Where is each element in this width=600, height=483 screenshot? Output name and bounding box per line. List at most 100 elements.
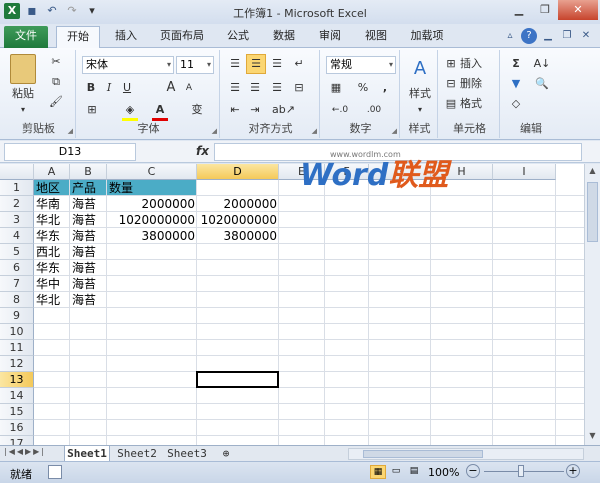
cell-b6[interactable]: 海苔 xyxy=(70,260,107,276)
grow-font-button[interactable]: A xyxy=(164,80,178,96)
tab-review[interactable]: 审阅 xyxy=(310,26,350,48)
vertical-scroll-thumb[interactable] xyxy=(587,182,598,242)
insert-function-icon[interactable]: fx xyxy=(196,144,209,158)
decrease-decimal-button[interactable]: .00 xyxy=(360,102,388,118)
row-header-9[interactable]: 9 xyxy=(0,308,34,324)
font-name-combo[interactable]: 宋体 ▾ xyxy=(82,56,174,74)
row-header-16[interactable]: 16 xyxy=(0,420,34,436)
cell-a4[interactable]: 华东 xyxy=(34,228,70,244)
styles-button[interactable]: 样式 xyxy=(404,86,436,102)
doc-close-icon[interactable]: ✕ xyxy=(578,28,594,44)
row-header-10[interactable]: 10 xyxy=(0,324,34,340)
normal-view-icon[interactable]: ▦ xyxy=(370,465,386,479)
clear-icon[interactable]: ◇ xyxy=(508,96,524,112)
column-header-i[interactable]: I xyxy=(493,164,556,180)
cell-d4[interactable]: 3800000 xyxy=(197,228,279,244)
row-header-4[interactable]: 4 xyxy=(0,228,34,244)
cut-icon[interactable]: ✂ xyxy=(48,54,64,70)
align-left-icon[interactable]: ☰ xyxy=(226,80,244,96)
row-header-17[interactable]: 17 xyxy=(0,436,34,445)
active-cell-cursor[interactable] xyxy=(196,371,279,388)
scroll-up-icon[interactable]: ▲ xyxy=(587,166,598,178)
find-select-icon[interactable]: 🔍 xyxy=(532,76,552,92)
select-all-corner[interactable] xyxy=(0,164,34,180)
row-header-13[interactable]: 13 xyxy=(0,372,34,388)
font-color-icon[interactable]: A xyxy=(152,102,168,118)
row-header-11[interactable]: 11 xyxy=(0,340,34,356)
column-header-b[interactable]: B xyxy=(70,164,107,180)
cell-d2[interactable]: 2000000 xyxy=(197,196,279,212)
bold-button[interactable]: B xyxy=(84,80,98,96)
font-size-combo[interactable]: 11 ▾ xyxy=(176,56,214,74)
cell-c2[interactable]: 2000000 xyxy=(107,196,197,212)
orientation-icon[interactable]: ab↗ xyxy=(272,102,295,118)
help-icon[interactable]: ? xyxy=(521,28,537,44)
format-cells-icon[interactable]: ▤ xyxy=(444,96,458,112)
insert-cells-icon[interactable]: ⊞ xyxy=(444,56,458,72)
name-box[interactable]: D13 xyxy=(4,143,136,161)
copy-icon[interactable]: ⧉ xyxy=(48,74,64,90)
row-header-12[interactable]: 12 xyxy=(0,356,34,372)
tab-addins[interactable]: 加载项 xyxy=(402,26,452,48)
zoom-slider-track[interactable] xyxy=(484,471,564,472)
horizontal-scrollbar[interactable] xyxy=(348,448,584,460)
cell-b1[interactable]: 产品 xyxy=(70,180,107,196)
merge-center-icon[interactable]: ⊟ xyxy=(290,80,308,96)
cell-c4[interactable]: 3800000 xyxy=(107,228,197,244)
doc-minimize-icon[interactable]: ▁ xyxy=(540,28,556,44)
phonetic-icon[interactable]: 变 xyxy=(188,102,206,118)
minimize-ribbon-icon[interactable]: ▵ xyxy=(502,28,518,44)
row-header-7[interactable]: 7 xyxy=(0,276,34,292)
cell-a2[interactable]: 华南 xyxy=(34,196,70,212)
tab-data[interactable]: 数据 xyxy=(264,26,304,48)
delete-cells-button[interactable]: 删除 xyxy=(460,76,496,92)
cell-a8[interactable]: 华北 xyxy=(34,292,70,308)
borders-icon[interactable]: ⊞ xyxy=(84,102,100,118)
align-center-icon[interactable]: ☰ xyxy=(246,80,264,96)
accounting-format-icon[interactable]: ▦ xyxy=(326,80,346,96)
tab-file[interactable]: 文件 xyxy=(4,26,48,48)
styles-icon[interactable]: A xyxy=(408,56,432,82)
zoom-in-button[interactable]: + xyxy=(566,464,580,478)
sheet-tab-2[interactable]: Sheet2 xyxy=(114,446,160,462)
tab-home[interactable]: 开始 xyxy=(56,26,100,49)
number-format-combo[interactable]: 常规 ▾ xyxy=(326,56,396,74)
cell-d3[interactable]: 1020000000 xyxy=(197,212,279,228)
row-header-2[interactable]: 2 xyxy=(0,196,34,212)
tab-view[interactable]: 视图 xyxy=(356,26,396,48)
italic-button[interactable]: I xyxy=(102,80,116,96)
fill-icon[interactable]: ▼ xyxy=(508,76,524,92)
cell-a5[interactable]: 西北 xyxy=(34,244,70,260)
cell-b8[interactable]: 海苔 xyxy=(70,292,107,308)
doc-restore-icon[interactable]: ❐ xyxy=(559,28,575,44)
scroll-down-icon[interactable]: ▼ xyxy=(587,431,598,443)
autosum-button[interactable]: Σ xyxy=(508,56,524,72)
paste-dropdown-icon[interactable]: ▾ xyxy=(6,102,40,118)
cell-a3[interactable]: 华北 xyxy=(34,212,70,228)
cell-b4[interactable]: 海苔 xyxy=(70,228,107,244)
vertical-scrollbar[interactable]: ▲ ▼ xyxy=(584,164,600,445)
font-launcher-icon[interactable]: ◢ xyxy=(212,127,217,135)
row-header-8[interactable]: 8 xyxy=(0,292,34,308)
paste-button[interactable]: 粘贴 xyxy=(6,86,40,102)
row-header-5[interactable]: 5 xyxy=(0,244,34,260)
sheet-tab-1[interactable]: Sheet1 xyxy=(64,446,110,462)
macro-record-icon[interactable] xyxy=(48,465,62,479)
zoom-out-button[interactable]: − xyxy=(466,464,480,478)
tab-formulas[interactable]: 公式 xyxy=(218,26,258,48)
increase-decimal-button[interactable]: ←.0 xyxy=(326,102,354,118)
underline-button[interactable]: U xyxy=(120,80,134,96)
column-header-d[interactable]: D xyxy=(197,164,279,180)
worksheet-grid[interactable]: A B C D E F G H I 1 2 3 4 5 6 7 8 9 10 11 12 13 14 15 16 17 地区 产品 数量… xyxy=(0,164,584,445)
cell-b2[interactable]: 海苔 xyxy=(70,196,107,212)
number-launcher-icon[interactable]: ◢ xyxy=(392,127,397,135)
clipboard-launcher-icon[interactable]: ◢ xyxy=(68,127,73,135)
row-header-1[interactable]: 1 xyxy=(0,180,34,196)
page-layout-view-icon[interactable]: ▭ xyxy=(388,465,404,479)
row-header-3[interactable]: 3 xyxy=(0,212,34,228)
cell-b7[interactable]: 海苔 xyxy=(70,276,107,292)
tab-page-layout[interactable]: 页面布局 xyxy=(152,26,212,48)
cell-b3[interactable]: 海苔 xyxy=(70,212,107,228)
zoom-slider-thumb[interactable] xyxy=(518,465,524,477)
column-header-c[interactable]: C xyxy=(107,164,197,180)
